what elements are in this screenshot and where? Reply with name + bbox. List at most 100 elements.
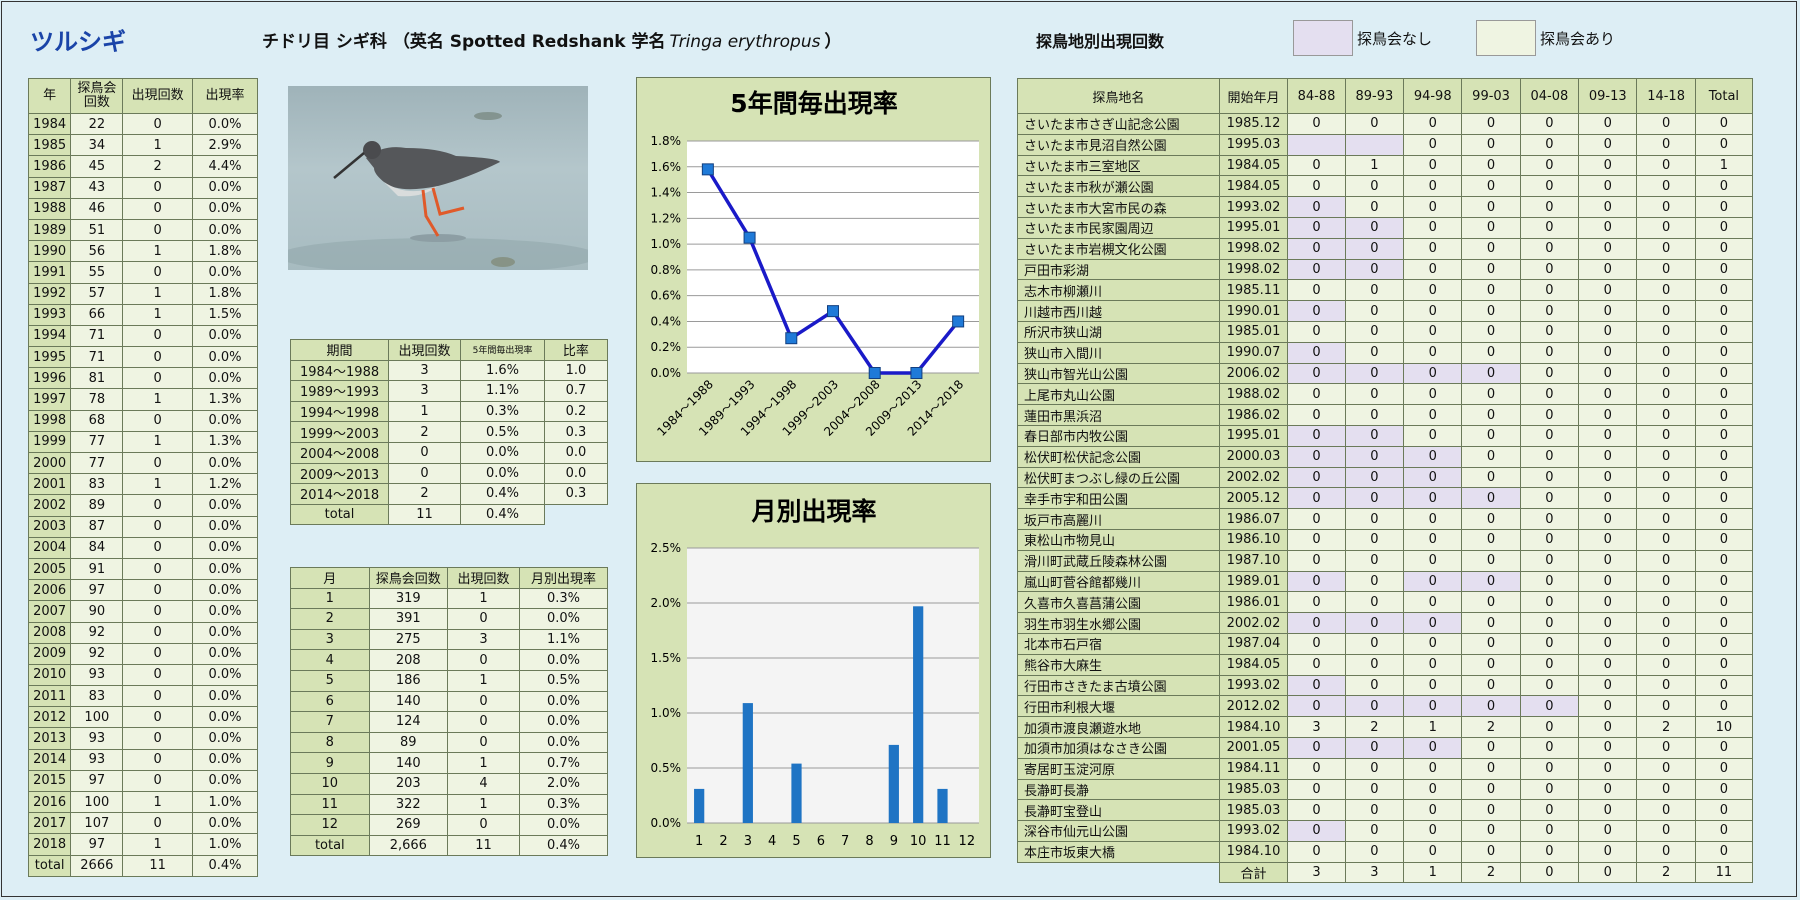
legend-yes-label: 探鳥会あり — [1540, 30, 1616, 48]
site-period-count: 2 — [1636, 716, 1696, 738]
period-row: 1984～1988 3 1.6% 1.0 — [289, 359, 609, 382]
period-cell: 1984～1988 — [289, 359, 390, 382]
site-table-header-9: Total — [1694, 78, 1754, 114]
period-row: total 11 0.4% — [289, 503, 608, 526]
site-period-count: 0 — [1519, 466, 1580, 489]
site-total: 0 — [1694, 445, 1754, 468]
period-cell: 0.0% — [460, 441, 545, 464]
year-table-header-3: 出現率 — [191, 78, 259, 114]
site-period-count: 0 — [1461, 216, 1521, 239]
site-period-count: 0 — [1519, 362, 1580, 385]
site-period-count: 0 — [1519, 632, 1580, 655]
site-period-count: 0 — [1287, 113, 1346, 135]
site-total: 0 — [1694, 237, 1754, 260]
site-start: 1998.02 — [1218, 258, 1289, 281]
year-row: 1993 66 1 1.5% — [27, 303, 259, 326]
year-cell: 2011 — [27, 685, 72, 708]
month-cell: 7 — [290, 711, 370, 733]
site-period-count: 0 — [1344, 632, 1405, 655]
site-name: 寄居町玉淀河原 — [1017, 757, 1220, 780]
bar-ytick-label: 2.5% — [651, 541, 682, 555]
year-row: 2002 89 0 0.0% — [27, 494, 259, 517]
period-cell: 1 — [388, 400, 462, 423]
year-cell: 56 — [70, 240, 124, 263]
period-cell: 1994～1998 — [289, 400, 390, 423]
site-start: 1995.03 — [1218, 133, 1289, 156]
year-cell: 0.0% — [191, 261, 259, 284]
year-cell: 1995 — [27, 346, 72, 369]
site-period-count: 0 — [1461, 300, 1521, 322]
year-cell: 1986 — [27, 155, 72, 178]
year-cell: 2013 — [27, 727, 72, 750]
site-start: 1984.11 — [1218, 757, 1289, 780]
year-row: 1989 51 0 0.0% — [27, 218, 259, 242]
month-cell: 319 — [368, 587, 449, 610]
period-cell: 3 — [388, 380, 462, 402]
year-cell: 1 — [122, 790, 193, 814]
site-period-count: 0 — [1519, 320, 1580, 343]
page-title: ツルシギ — [30, 28, 126, 56]
site-period-count: 0 — [1461, 341, 1521, 364]
year-cell: 0.0% — [191, 451, 259, 475]
year-table-header-0: 年 — [27, 78, 72, 114]
five-year-chart: 5年間毎出現率 0.0% 0.2% 0.4% 0.6% 0.8% 1.0% 1.2% 1.4% 1… — [636, 77, 991, 462]
site-period-count: 0 — [1344, 653, 1405, 676]
month-cell: 1 — [446, 669, 521, 692]
site-total: 0 — [1694, 362, 1754, 385]
site-period-count: 0 — [1461, 466, 1521, 489]
bar-plot-area — [687, 548, 979, 823]
yearly-table: 年探鳥会 回数 出現回数 出現率 1984 22 0 0.0% 1985 34 1 2.9% 1986… — [27, 78, 259, 877]
site-period-count: 0 — [1461, 404, 1521, 426]
period-cell — [544, 504, 607, 525]
site-period-count: 0 — [1403, 196, 1463, 218]
bar-xtick-label: 7 — [841, 834, 849, 849]
year-cell: 1 — [122, 282, 193, 305]
year-cell: 0 — [122, 579, 193, 602]
site-start: 1989.01 — [1218, 570, 1289, 593]
year-cell: 2666 — [70, 854, 124, 877]
month-cell: 0 — [446, 711, 521, 733]
site-period-count: 0 — [1287, 196, 1346, 218]
site-period-count: 0 — [1403, 216, 1463, 239]
site-total: 0 — [1694, 778, 1754, 801]
site-period-count: 0 — [1578, 341, 1638, 364]
year-cell: 0 — [122, 727, 193, 750]
bar-ytick-label: 1.5% — [651, 651, 682, 665]
year-cell: 2005 — [27, 557, 72, 581]
site-period-count: 0 — [1519, 237, 1580, 260]
year-cell: 0.0% — [191, 727, 259, 750]
site-name: 加須市加須はなさき公園 — [1017, 736, 1220, 759]
month-cell: 124 — [368, 711, 449, 733]
year-cell: 1 — [122, 388, 193, 411]
site-period-count: 0 — [1403, 154, 1463, 177]
bar-xtick-label: 9 — [890, 834, 898, 849]
site-period-count: 0 — [1403, 404, 1463, 426]
year-cell: 1989 — [27, 218, 72, 242]
year-cell: 78 — [70, 388, 124, 411]
year-cell: 1.8% — [191, 240, 259, 263]
site-row: さいたま市さぎ山記念公園 1985.12 0 0 0 0 0 0 0 0 — [1017, 113, 1754, 135]
site-start: 1990.07 — [1218, 341, 1289, 364]
month-cell: 0 — [446, 690, 521, 713]
site-total-value: 11 — [1694, 861, 1754, 884]
year-row: 1988 46 0 0.0% — [27, 197, 259, 220]
site-name: 深谷市仙元山公園 — [1017, 820, 1220, 842]
site-period-count: 0 — [1636, 736, 1696, 759]
site-total: 0 — [1694, 196, 1754, 218]
site-period-count: 0 — [1287, 487, 1346, 510]
month-cell: 4 — [290, 649, 370, 671]
month-cell: 0.5% — [519, 669, 608, 692]
site-name: 坂戸市高麗川 — [1017, 508, 1220, 530]
site-period-count: 0 — [1461, 591, 1521, 614]
line-point — [827, 305, 839, 318]
site-period-count: 0 — [1636, 362, 1696, 385]
site-period-count: 0 — [1461, 258, 1521, 281]
year-cell: 1985 — [27, 134, 72, 157]
site-period-count: 0 — [1636, 113, 1696, 135]
year-cell: 1997 — [27, 388, 72, 411]
site-row: 幸手市宇和田公園 2005.12 0 0 0 0 0 0 0 0 — [1017, 487, 1754, 510]
month-cell: 0.3% — [519, 793, 608, 816]
year-cell: 1992 — [27, 282, 72, 305]
line-point — [701, 163, 714, 176]
line-ytick-label: 1.0% — [651, 237, 682, 251]
